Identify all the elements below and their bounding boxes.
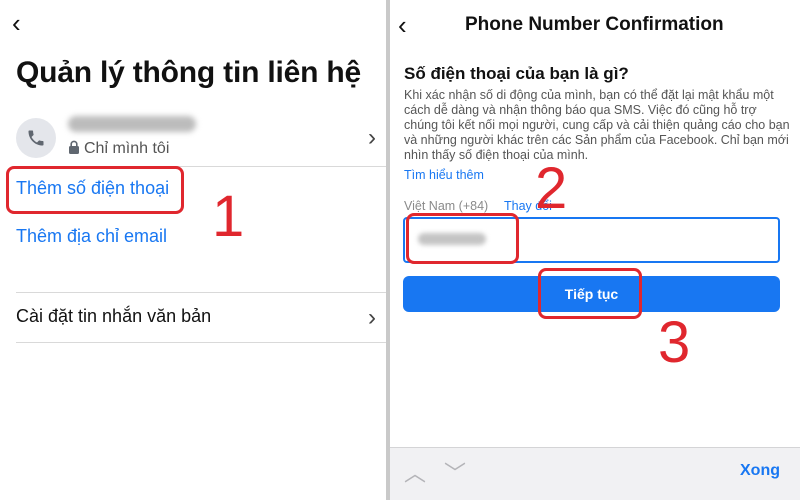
privacy-label: Chỉ mình tôi <box>84 140 170 157</box>
lock-icon <box>68 140 80 159</box>
learn-more-link[interactable]: Tìm hiểu thêm <box>404 168 484 182</box>
highlight-box-step3 <box>538 268 642 319</box>
add-email-link[interactable]: Thêm địa chỉ email <box>16 226 167 247</box>
phone-number-row[interactable]: Chỉ mình tôi › <box>16 110 386 166</box>
step-number-1: 1 <box>212 184 245 249</box>
chevron-down-icon[interactable]: ﹀ <box>444 456 466 488</box>
section-title: Số điện thoại của bạn là gì? <box>404 64 629 83</box>
chevron-up-icon[interactable]: ︿ <box>404 456 426 488</box>
back-icon[interactable]: ‹ <box>12 10 21 36</box>
header-title: Phone Number Confirmation <box>465 14 724 35</box>
description-text: Khi xác nhận số di động của mình, bạn có… <box>404 88 790 162</box>
sms-settings-item[interactable]: Cài đặt tin nhắn văn bản <box>16 306 211 327</box>
step-number-3: 3 <box>658 310 691 375</box>
highlight-box-step1 <box>6 166 184 214</box>
chevron-right-icon: › <box>368 304 376 331</box>
chevron-right-icon: › <box>368 124 376 151</box>
contact-info-screen: ‹ Quản lý thông tin liên hệ Chỉ mình tôi… <box>0 0 386 500</box>
done-button[interactable]: Xong <box>740 462 780 480</box>
page-title: Quản lý thông tin liên hệ <box>16 56 361 89</box>
highlight-box-step2 <box>406 213 519 264</box>
keyboard-accessory-bar: ︿ ﹀ Xong <box>390 447 800 500</box>
phone-confirmation-screen: ‹ Phone Number Confirmation Số điện thoạ… <box>390 0 800 500</box>
blurred-phone-number <box>68 116 196 132</box>
divider <box>16 292 386 293</box>
phone-icon <box>16 118 56 158</box>
step-number-2: 2 <box>535 156 568 221</box>
back-icon[interactable]: ‹ <box>398 12 407 38</box>
divider <box>16 342 386 343</box>
country-code-label: Việt Nam (+84) <box>404 199 489 213</box>
